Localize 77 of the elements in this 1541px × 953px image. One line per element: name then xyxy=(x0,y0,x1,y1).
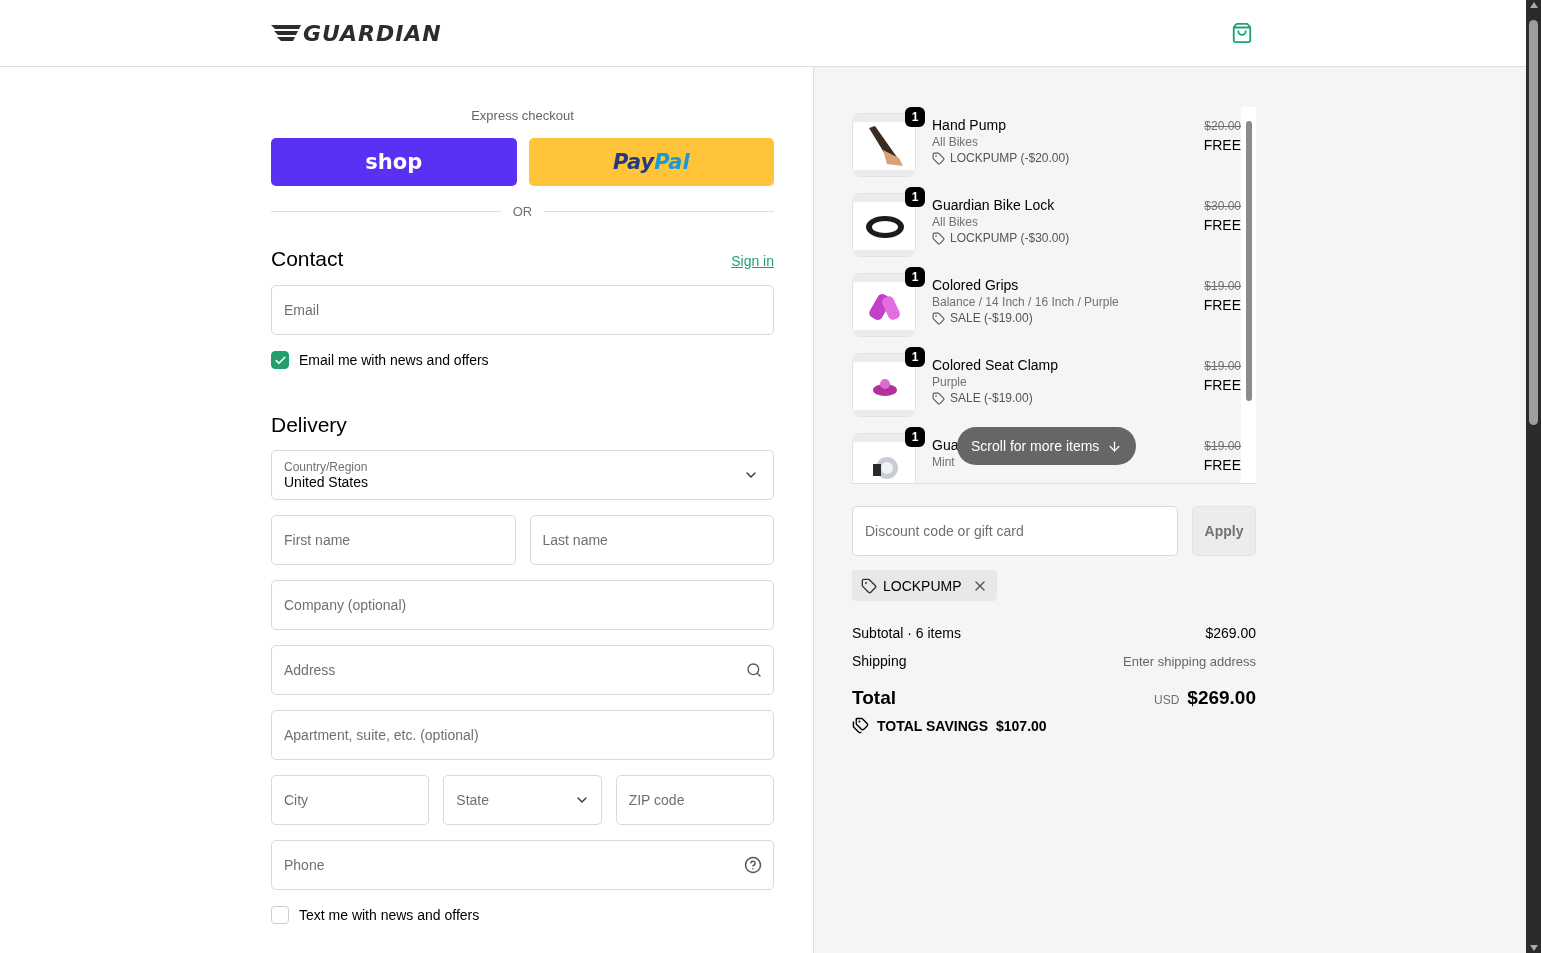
select-field[interactable]: State xyxy=(443,775,602,825)
subtotal-label: Subtotal · 6 items xyxy=(852,625,961,641)
item-price: FREE xyxy=(1203,377,1241,393)
discount-line: SALE (-$19.00) xyxy=(950,311,1033,325)
checkbox-label: Text me with news and offers xyxy=(299,907,480,923)
input-field[interactable]: First name xyxy=(271,515,516,565)
discount-line: LOCKPUMP (-$30.00) xyxy=(950,231,1070,245)
input-field[interactable]: ZIP code xyxy=(615,775,774,825)
shop-pay-button[interactable]: shop xyxy=(271,138,517,186)
product-name: Gua xyxy=(932,437,959,453)
scroll-up-icon[interactable] xyxy=(1529,2,1538,8)
shopping-bag-icon[interactable] xyxy=(1231,22,1253,44)
item-price: FREE xyxy=(1203,297,1241,313)
shipping-label: Shipping xyxy=(852,653,907,669)
original-price: $19.00 xyxy=(1204,359,1241,373)
section-heading: Delivery xyxy=(271,413,347,437)
subtotal-value: $269.00 xyxy=(1205,625,1256,641)
quantity-badge: 1 xyxy=(905,107,925,127)
checkbox[interactable] xyxy=(271,906,289,924)
checkbox[interactable] xyxy=(271,351,289,369)
product-variant: All Bikes xyxy=(932,135,978,149)
original-price: $19.00 xyxy=(1204,439,1241,453)
tags-icon xyxy=(852,717,869,734)
discount-line: SALE (-$19.00) xyxy=(950,391,1033,405)
product-variant: Mint xyxy=(932,455,955,469)
input-field[interactable]: Phone xyxy=(271,840,774,890)
product-variant: Purple xyxy=(932,375,967,389)
tag-icon xyxy=(932,231,945,245)
input-field[interactable]: Email xyxy=(271,285,774,335)
checkbox-label: Email me with news and offers xyxy=(299,352,489,368)
discount-code: LOCKPUMP xyxy=(883,577,962,594)
item-price: FREE xyxy=(1203,137,1241,153)
country-select[interactable]: Country/Region United States xyxy=(271,450,774,500)
item-price: FREE xyxy=(1203,457,1241,473)
wing-logo-icon[interactable] xyxy=(271,24,301,42)
original-price: $30.00 xyxy=(1204,199,1241,213)
input-field[interactable]: Company (optional) xyxy=(271,580,774,630)
input-field[interactable]: Last name xyxy=(529,515,774,565)
quantity-badge: 1 xyxy=(905,427,925,447)
scroll-hint-pill[interactable]: Scroll for more items xyxy=(957,427,1137,465)
original-price: $19.00 xyxy=(1204,279,1241,293)
quantity-badge: 1 xyxy=(905,347,925,367)
item-price: FREE xyxy=(1203,217,1241,233)
product-name: Colored Grips xyxy=(932,277,1019,293)
discount-line: LOCKPUMP (-$20.00) xyxy=(950,151,1070,165)
tag-icon xyxy=(932,391,945,405)
scroll-down-icon[interactable] xyxy=(1529,945,1538,951)
product-name: Colored Seat Clamp xyxy=(932,357,1059,373)
product-name: Hand Pump xyxy=(932,117,1006,133)
shipping-value: Enter shipping address xyxy=(1123,654,1256,669)
search-icon xyxy=(746,662,762,678)
tag-icon xyxy=(932,311,945,325)
product-variant: All Bikes xyxy=(932,215,978,229)
tag-icon xyxy=(932,151,945,165)
logo[interactable]: GUARDIAN xyxy=(303,20,442,46)
section-heading: Contact xyxy=(271,247,344,271)
savings-value: $107.00 xyxy=(996,717,1047,734)
product-name: Guardian Bike Lock xyxy=(932,197,1055,213)
express-checkout-label: Express checkout xyxy=(470,108,575,123)
paypal-button[interactable]: PayPal xyxy=(528,138,774,186)
total-value: $269.00 xyxy=(1187,687,1256,709)
help-icon[interactable] xyxy=(744,856,762,874)
arrow-down-icon xyxy=(1107,438,1123,454)
input-field[interactable]: Address xyxy=(271,645,774,695)
original-price: $20.00 xyxy=(1204,119,1241,133)
input-field[interactable]: Apartment, suite, etc. (optional) xyxy=(271,710,774,760)
tag-icon xyxy=(861,577,877,594)
total-label: Total xyxy=(852,687,896,709)
quantity-badge: 1 xyxy=(905,187,925,207)
quantity-badge: 1 xyxy=(905,267,925,287)
sign-in-link[interactable]: Sign in xyxy=(731,253,774,269)
check-icon xyxy=(273,353,287,367)
or-divider-label: OR xyxy=(512,204,533,219)
savings-label: TOTAL SAVINGS xyxy=(877,717,988,734)
currency-code: USD xyxy=(1153,693,1180,707)
input-field[interactable]: City xyxy=(271,775,430,825)
product-variant: Balance / 14 Inch / 16 Inch / Purple xyxy=(932,295,1119,309)
